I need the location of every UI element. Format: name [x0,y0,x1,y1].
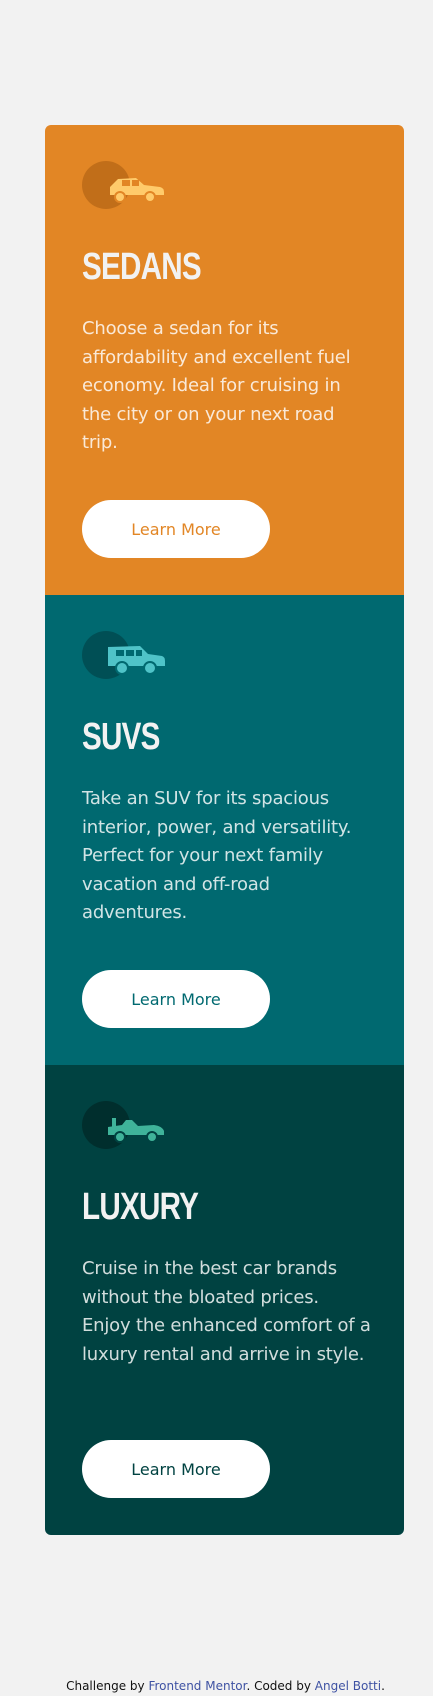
card-grid: Sedans Choose a sedan for its affordabil… [45,125,404,1535]
luxury-car-icon [82,1101,164,1149]
footer-prefix: Challenge by [66,1679,145,1693]
footer-suffix: . [381,1679,385,1693]
sedan-car-icon [82,161,164,209]
suvs-card: SUVs Take an SUV for its spacious interi… [45,595,404,1065]
learn-more-button[interactable]: Learn More [82,500,270,558]
card-title: Sedans [82,246,202,288]
frontend-mentor-link[interactable]: Frontend Mentor [148,1679,246,1693]
card-description: Cruise in the best car brands without th… [82,1258,371,1365]
card-title: SUVs [82,716,160,758]
card-description: Take an SUV for its spacious interior, p… [82,788,352,923]
author-link[interactable]: Angel Botti [315,1679,381,1693]
learn-more-button[interactable]: Learn More [82,1440,270,1498]
footer-middle: . Coded by [246,1679,311,1693]
learn-more-button[interactable]: Learn More [82,970,270,1028]
luxury-card: Luxury Cruise in the best car brands wit… [45,1065,404,1535]
card-description: Choose a sedan for its affordability and… [82,318,351,453]
attribution-footer: Challenge by Frontend Mentor. Coded by A… [0,1678,433,1694]
suv-car-icon [82,631,165,679]
card-title: Luxury [82,1186,199,1228]
sedans-card: Sedans Choose a sedan for its affordabil… [45,125,404,595]
